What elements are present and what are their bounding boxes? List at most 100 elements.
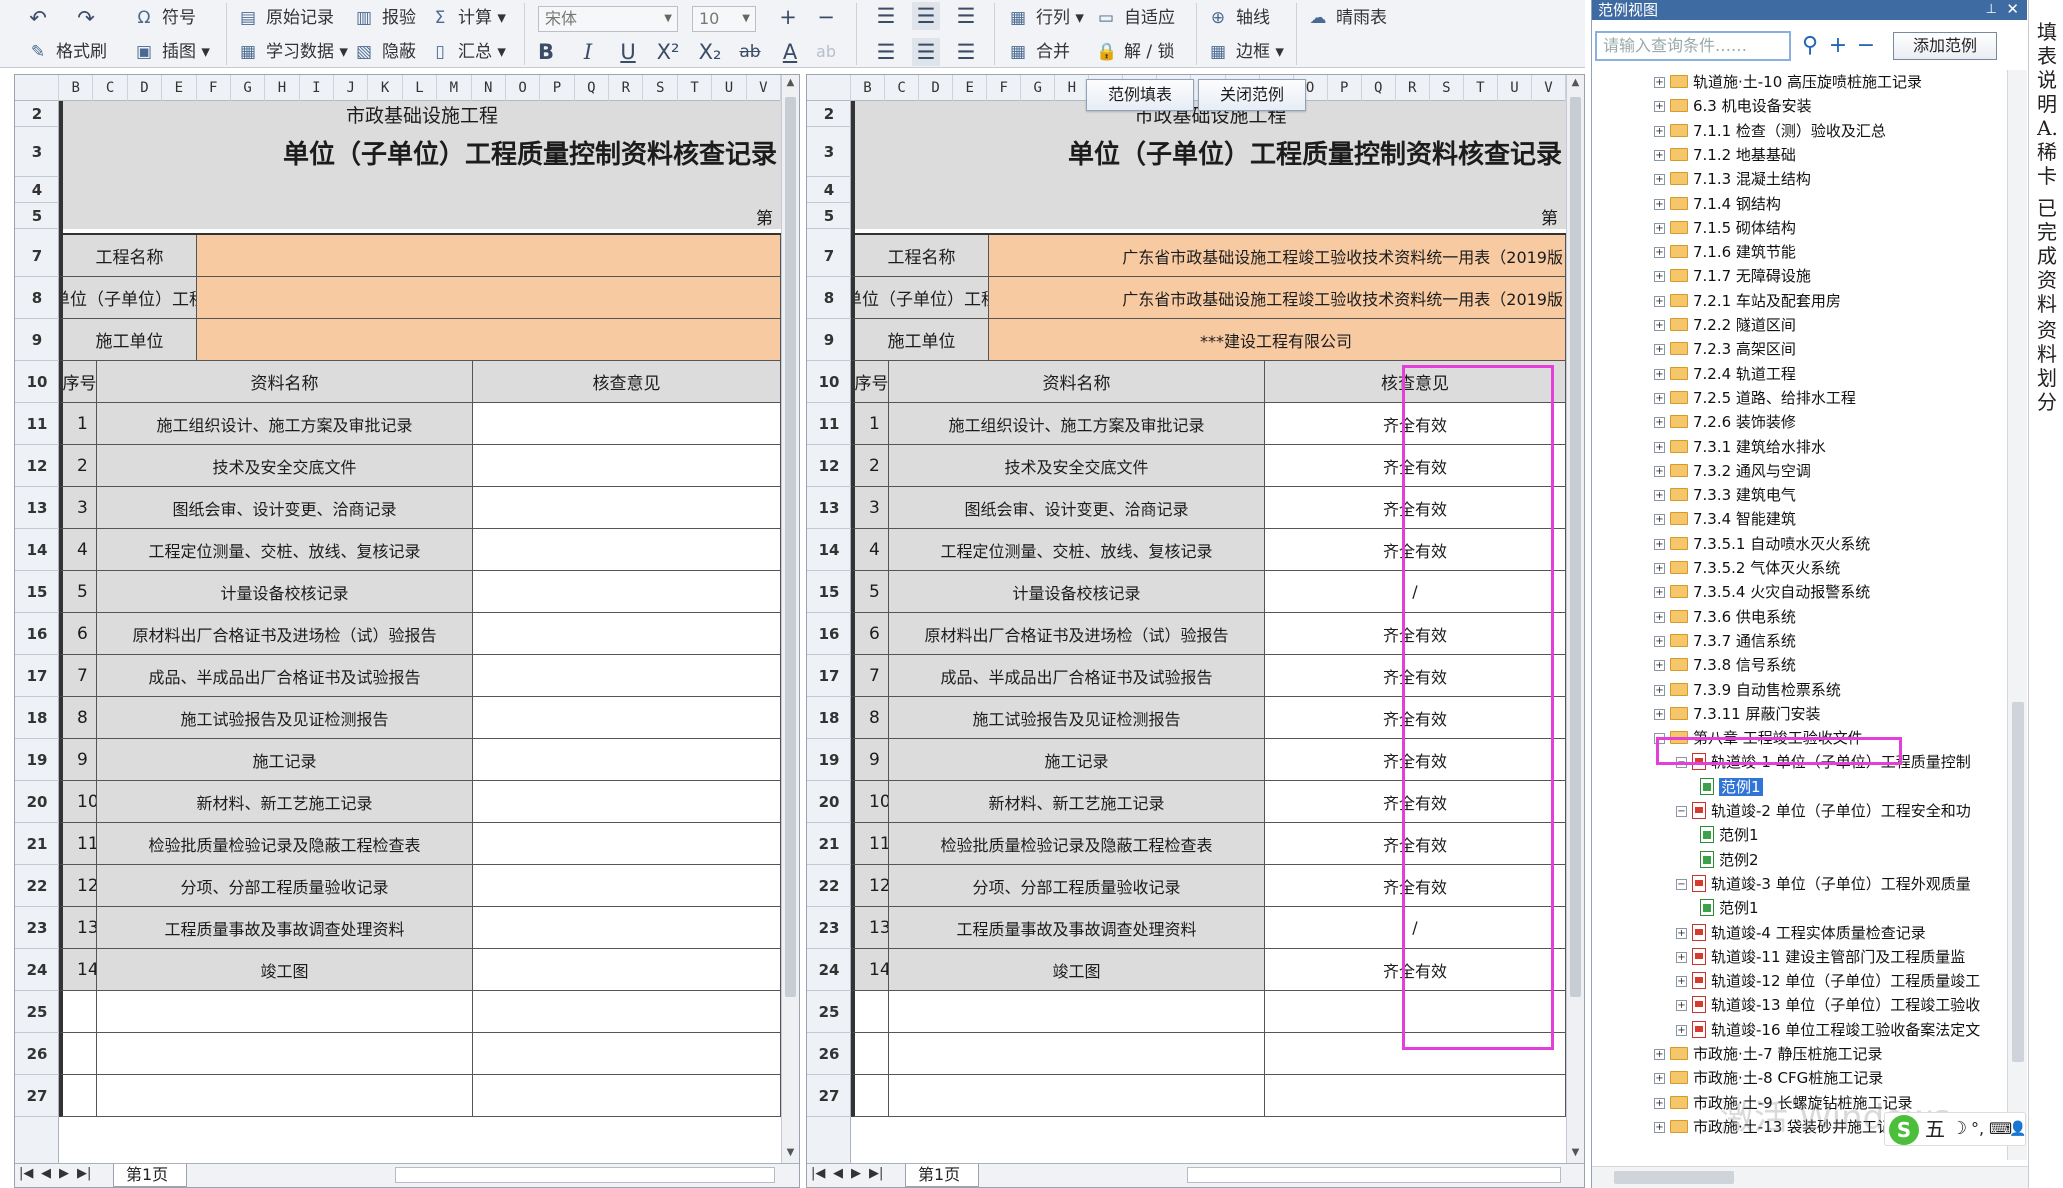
column-header[interactable]: M [437,75,472,101]
expand-icon[interactable]: + [1654,174,1665,186]
row-header[interactable]: 8 [15,277,59,319]
row-header[interactable]: 14 [15,529,59,571]
tree-item[interactable]: 范例2 [1700,848,1759,873]
scroll-thumb[interactable] [2012,702,2024,1062]
column-header[interactable]: B [851,75,886,101]
tree-item[interactable]: +7.2.5 道路、给排水工程 [1654,386,1856,411]
align-center-icon[interactable]: ☰ [912,38,940,66]
row-header[interactable]: 10 [15,361,59,403]
expand-icon[interactable]: + [1654,222,1665,234]
item-opinion-field[interactable] [473,697,781,739]
row-header[interactable]: 12 [807,445,851,487]
row-header[interactable]: 9 [807,319,851,361]
expand-icon[interactable]: + [1654,1073,1665,1085]
item-opinion-field[interactable] [473,571,781,613]
item-opinion-field[interactable] [473,487,781,529]
font-name-select[interactable]: 宋体 ▼ [538,6,678,32]
panel-vertical-scrollbar[interactable] [2007,70,2027,1160]
text-format-icon[interactable]: ab [812,38,840,66]
collapse-icon[interactable]: − [1654,733,1665,745]
search-input[interactable]: 请输入查询条件…… [1595,31,1791,61]
row-header[interactable]: 8 [807,277,851,319]
column-header[interactable]: O [506,75,541,101]
add-example-button[interactable]: 添加范例 [1893,32,1997,60]
column-header[interactable]: C [93,75,128,101]
tree-item[interactable]: + 轨道竣-12 单位（子单位）工程质量竣工 [1676,969,1980,994]
column-header[interactable]: S [1430,75,1464,101]
tree-item[interactable]: +7.3.1 建筑给水排水 [1654,435,1826,460]
expand-icon[interactable]: + [1654,465,1665,477]
fill-example-button[interactable]: 范例填表 [1086,79,1194,111]
tree-item[interactable]: +7.1.7 无障碍设施 [1654,264,1811,289]
sheet-tab-page1[interactable]: 第1页 [905,1164,980,1187]
expand-icon[interactable]: + [1676,951,1687,963]
tree-item[interactable]: 范例1 [1700,823,1759,848]
tree-item[interactable]: + 轨道竣-13 单位（子单位）工程竣工验收 [1676,993,1980,1018]
item-opinion-field[interactable]: 齐全有效 [1265,655,1566,697]
tree-item[interactable]: + 轨道竣-16 单位工程竣工验收备案法定文 [1676,1018,1980,1043]
expand-icon[interactable]: + [1654,1049,1665,1060]
summary-button[interactable]: ▯ 汇总 ▾ [430,38,506,66]
tree-item[interactable]: 范例1 [1700,896,1759,921]
row-header[interactable]: 19 [15,739,59,781]
row-header[interactable]: 11 [15,403,59,445]
expand-icon[interactable]: + [1654,708,1665,720]
item-opinion-field[interactable]: 齐全有效 [1265,613,1566,655]
panel-horizontal-scrollbar[interactable] [1592,1166,2028,1188]
undo-icon[interactable]: ↶ [24,4,52,32]
tree-item[interactable]: − 轨道竣-1 单位（子单位）工程质量控制 [1676,750,1971,775]
column-header[interactable]: P [1328,75,1362,101]
expand-icon[interactable]: + [1654,1097,1665,1109]
tree-item[interactable]: +7.3.11 屏蔽门安装 [1654,702,1820,727]
item-opinion-field[interactable]: / [1265,907,1566,949]
empty-cell[interactable] [473,991,781,1033]
merge-button[interactable]: ▦ 合并 [1008,38,1070,66]
empty-cell[interactable] [59,1033,97,1075]
axis-button[interactable]: ⊕ 轴线 [1208,4,1270,32]
column-header[interactable]: C [885,75,920,101]
ime-toolbar[interactable]: S 五 ☽ °, ⌨ 👤 [1884,1112,2026,1146]
expand-icon[interactable]: + [1676,927,1687,939]
item-opinion-field[interactable] [473,739,781,781]
tree-item-selected[interactable]: 范例1 [1700,775,1763,800]
bold-icon[interactable]: B [532,38,560,66]
column-header[interactable]: U [1498,75,1532,101]
row-header[interactable]: 13 [15,487,59,529]
prev-sheet-icon[interactable]: ◀ [833,1166,843,1181]
ime-mode-label[interactable]: 五 [1925,1113,1945,1145]
strikethrough-icon[interactable]: ab [736,38,764,66]
expand-icon[interactable]: + [1654,149,1665,161]
empty-cell[interactable] [889,1033,1265,1075]
expand-icon[interactable]: + [1654,320,1665,331]
unlock-lock-button[interactable]: 🔒 解 / 锁 [1096,38,1175,66]
insert-image-button[interactable]: ▣ 插图 ▾ [134,38,210,66]
row-header[interactable]: 2 [807,101,851,127]
row-header[interactable]: 20 [807,781,851,823]
ime-logo-icon[interactable]: S [1889,1115,1919,1145]
sunny-sheet-button[interactable]: ☁ 晴雨表 [1308,4,1388,32]
expand-icon[interactable]: + [1654,247,1665,259]
item-opinion-field[interactable]: 齐全有效 [1265,949,1566,991]
expand-font-icon[interactable]: + [774,3,802,31]
empty-cell[interactable] [97,991,473,1033]
expand-icon[interactable]: + [1654,635,1665,647]
tree-item[interactable]: +7.1.2 地基基础 [1654,143,1796,168]
tree-item[interactable]: +7.3.5.1 自动喷水灭火系统 [1654,532,1870,557]
column-header[interactable]: T [1464,75,1498,101]
row-header[interactable]: 19 [807,739,851,781]
last-sheet-icon[interactable]: ▶| [77,1166,91,1181]
construction-unit-field[interactable] [197,319,781,361]
scroll-down-icon[interactable]: ▼ [1567,1147,1584,1163]
scroll-down-icon[interactable]: ▼ [782,1147,799,1163]
row-header[interactable]: 18 [807,697,851,739]
row-header[interactable]: 23 [807,907,851,949]
tree-item[interactable]: +6.3 机电设备安装 [1654,94,1812,119]
item-opinion-field[interactable]: 齐全有效 [1265,823,1566,865]
row-header[interactable]: 21 [15,823,59,865]
row-header[interactable]: 15 [15,571,59,613]
tree-item[interactable]: +7.3.5.4 火灾自动报警系统 [1654,580,1870,605]
horizontal-scrollbar[interactable] [395,1167,775,1183]
item-opinion-field[interactable]: 齐全有效 [1265,529,1566,571]
column-header[interactable]: G [1021,75,1056,101]
project-name-field[interactable] [197,235,781,277]
